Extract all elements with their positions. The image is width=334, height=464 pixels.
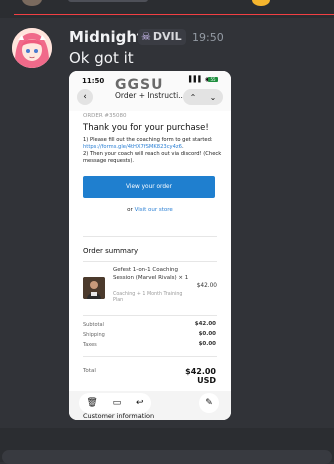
compose-icon: ✎: [199, 393, 219, 413]
divider: [83, 261, 217, 262]
previous-message-strip: [0, 0, 334, 18]
visit-store-line: or Visit our store: [69, 207, 231, 213]
or-text: or: [127, 207, 133, 213]
status-time: 11:50: [82, 77, 105, 85]
username[interactable]: Midnight: [69, 28, 144, 46]
divider: [83, 356, 217, 357]
taxes-value: $0.00: [198, 341, 216, 347]
new-messages-divider: [14, 14, 334, 15]
message-content: Ok got it: [69, 49, 134, 67]
message-composer-area: [0, 428, 334, 464]
server-tag-label: DVIL: [152, 30, 182, 43]
divider: [83, 315, 217, 316]
subtotal-value: $42.00: [194, 321, 216, 327]
total-value: $42.00 USD: [185, 367, 216, 385]
order-summary-heading: Order summary: [83, 247, 139, 255]
folder-icon: ▭: [112, 398, 122, 408]
shipping-value: $0.00: [198, 331, 216, 337]
coaching-form-link: https://forms.gle/4tHX7fSMK823cy4z6: [83, 143, 182, 150]
skull-icon: ☠: [141, 30, 151, 43]
subtotal-label: Subtotal: [83, 322, 104, 328]
reply-icon: ↩: [136, 398, 144, 408]
product-price: $42.00: [196, 283, 217, 289]
instruction-step-1: 1) Please fill out the coaching form to …: [83, 137, 223, 150]
server-tag[interactable]: ☠ DVIL: [138, 29, 186, 45]
customer-information-heading: Customer information: [83, 412, 155, 420]
product-variant: Coaching + 1 Month Training Plan: [113, 292, 183, 303]
back-icon: ‹: [77, 89, 93, 105]
product-name: Gefest 1-on-1 Coaching Session (Marvel R…: [113, 267, 189, 281]
shipping-label: Shipping: [83, 332, 105, 338]
message-timestamp[interactable]: 19:50: [192, 31, 224, 44]
instruction-step-2: 2) Then your coach will reach out via di…: [83, 151, 222, 164]
message-nav-arrows: ⌃ ⌄: [183, 89, 223, 105]
step-1-text: 1) Please fill out the coaching form to …: [83, 137, 213, 143]
product-image: [83, 277, 105, 299]
visit-store-link: Visit our store: [134, 207, 173, 213]
chevron-down-icon: ⌄: [209, 92, 217, 102]
battery-icon: 55: [208, 77, 218, 82]
previous-message-text: [68, 0, 148, 2]
thank-you-heading: Thank you for your purchase!: [83, 123, 209, 133]
trash-icon: 🗑: [86, 398, 98, 408]
taxes-label: Taxes: [83, 342, 97, 348]
email-subject: Order + Instructi...: [115, 91, 186, 100]
mail-toolbar: 🗑 ▭ ↩ ✎ Customer information: [69, 391, 231, 420]
order-number: ORDER #35080: [83, 113, 127, 119]
user-avatar[interactable]: [12, 28, 52, 68]
attached-screenshot[interactable]: 11:50 ▌▌▌ ◉ 55 GGSU ‹ Order + Instructi.…: [69, 71, 231, 420]
divider: [83, 236, 217, 237]
previous-emoji-icon: [252, 0, 270, 6]
step-1-suffix: .: [181, 143, 184, 150]
signal-wifi-icon: ▌▌▌ ◉: [189, 76, 210, 83]
chevron-up-icon: ⌃: [189, 92, 197, 102]
view-order-button: View your order: [83, 176, 215, 198]
mail-actions: 🗑 ▭ ↩: [79, 393, 151, 413]
total-label: Total: [83, 368, 96, 374]
previous-avatar: [22, 0, 42, 6]
